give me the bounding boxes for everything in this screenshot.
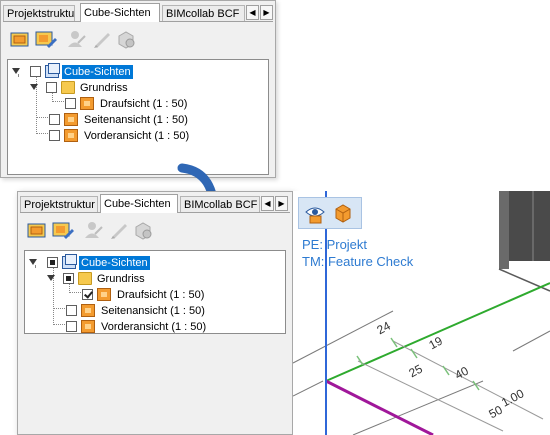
tab-scroll-right-icon[interactable]: ▶ <box>275 196 288 211</box>
tab-scroll-left-icon[interactable]: ◀ <box>246 5 259 20</box>
tree-label-folder[interactable]: Grundriss <box>78 81 130 95</box>
tree-label-item[interactable]: Draufsicht (1 : 50) <box>115 288 206 302</box>
cube-view-icon <box>80 97 94 110</box>
project-label: PE: Projekt <box>302 237 368 252</box>
folder-checkbox[interactable] <box>46 82 57 93</box>
view-group-icon <box>62 254 77 269</box>
view-toolbar <box>5 25 271 55</box>
tab-cube-sichten[interactable]: Cube-Sichten <box>100 194 178 213</box>
cube-views-tree: Cube-Sichten Grundriss Draufsicht (1 : 5… <box>24 250 286 334</box>
tree-label-item[interactable]: Seitenansicht (1 : 50) <box>99 304 207 318</box>
item-checkbox[interactable] <box>66 321 77 332</box>
root-checkbox[interactable] <box>47 257 58 268</box>
tree-node-folder[interactable]: Grundriss <box>25 271 225 287</box>
folder-checkbox[interactable] <box>63 273 74 284</box>
tree-label-root[interactable]: Cube-Sichten <box>79 256 150 270</box>
cube-view-icon <box>81 304 95 317</box>
collapse-icon[interactable] <box>30 84 38 90</box>
tree-label-item[interactable]: Draufsicht (1 : 50) <box>98 97 189 111</box>
tab-strip: Projektstruktur Cube-Sichten BIMcollab B… <box>3 3 273 22</box>
viewport-toolbar <box>298 197 362 229</box>
cube-view-icon <box>64 129 78 142</box>
new-view-icon[interactable] <box>9 28 31 50</box>
item-checkbox[interactable] <box>49 130 60 141</box>
tree-node-root[interactable]: Cube-Sichten <box>25 254 225 271</box>
tree-label-folder[interactable]: Grundriss <box>95 272 147 286</box>
tab-cube-sichten[interactable]: Cube-Sichten <box>80 3 160 22</box>
cube-views-tree: Cube-Sichten Grundriss Draufsicht (1 : 5… <box>7 59 269 175</box>
folder-icon <box>78 272 92 285</box>
pencil-icon[interactable] <box>108 219 130 241</box>
tab-scroll-left-icon[interactable]: ◀ <box>261 196 274 211</box>
3d-viewport[interactable]: PE: Projekt TM: Feature Check 24 19 25 4… <box>293 191 550 435</box>
tree-node-item[interactable]: Draufsicht (1 : 50) <box>25 287 245 303</box>
tree-node-item[interactable]: Draufsicht (1 : 50) <box>8 96 228 112</box>
tab-projektstruktur[interactable]: Projektstruktur <box>20 196 98 212</box>
item-checkbox[interactable] <box>82 289 93 300</box>
cube-view-icon <box>64 113 78 126</box>
user-icon[interactable] <box>65 28 87 50</box>
item-checkbox[interactable] <box>66 305 77 316</box>
folder-icon <box>61 81 75 94</box>
tree-node-root[interactable]: Cube-Sichten <box>8 63 208 80</box>
tree-label-item[interactable]: Vorderansicht (1 : 50) <box>99 320 208 334</box>
view-toolbar <box>22 216 288 246</box>
tree-node-item[interactable]: Seitenansicht (1 : 50) <box>8 112 228 128</box>
tab-bimcollab-bcf[interactable]: BIMcollab BCF <box>162 5 245 21</box>
tab-strip: Projektstruktur Cube-Sichten BIMcollab B… <box>20 194 290 213</box>
root-checkbox[interactable] <box>30 66 41 77</box>
cube-settings-icon[interactable] <box>132 219 154 241</box>
cube-settings-icon[interactable] <box>115 28 137 50</box>
collapse-icon[interactable] <box>47 275 55 281</box>
view-group-icon <box>45 63 60 78</box>
cube-icon[interactable] <box>332 202 354 224</box>
tree-node-item[interactable]: Vorderansicht (1 : 50) <box>25 319 245 335</box>
collapse-icon[interactable] <box>12 68 20 74</box>
pencil-icon[interactable] <box>91 28 113 50</box>
tab-bimcollab-bcf[interactable]: BIMcollab BCF <box>180 196 260 212</box>
cube-view-icon <box>81 320 95 333</box>
tree-label-item[interactable]: Seitenansicht (1 : 50) <box>82 113 190 127</box>
item-checkbox[interactable] <box>49 114 60 125</box>
tree-node-item[interactable]: Vorderansicht (1 : 50) <box>8 128 228 144</box>
edit-view-icon[interactable] <box>35 28 57 50</box>
tree-node-item[interactable]: Seitenansicht (1 : 50) <box>25 303 245 319</box>
collapse-icon[interactable] <box>29 259 37 265</box>
tree-label-item[interactable]: Vorderansicht (1 : 50) <box>82 129 191 143</box>
new-view-icon[interactable] <box>26 219 48 241</box>
tree-node-folder[interactable]: Grundriss <box>8 80 208 96</box>
tab-scroll-right-icon[interactable]: ▶ <box>260 5 273 20</box>
eye-icon[interactable] <box>304 202 326 224</box>
tree-label-root[interactable]: Cube-Sichten <box>62 65 133 79</box>
cube-view-icon <box>97 288 111 301</box>
edit-view-icon[interactable] <box>52 219 74 241</box>
item-checkbox[interactable] <box>65 98 76 109</box>
model-label: TM: Feature Check <box>302 254 414 269</box>
user-icon[interactable] <box>82 219 104 241</box>
tab-projektstruktur[interactable]: Projektstruktur <box>3 5 75 21</box>
cube-views-panel-before: Projektstruktur Cube-Sichten BIMcollab B… <box>0 0 276 178</box>
cube-views-panel-after: Projektstruktur Cube-Sichten BIMcollab B… <box>17 191 293 435</box>
